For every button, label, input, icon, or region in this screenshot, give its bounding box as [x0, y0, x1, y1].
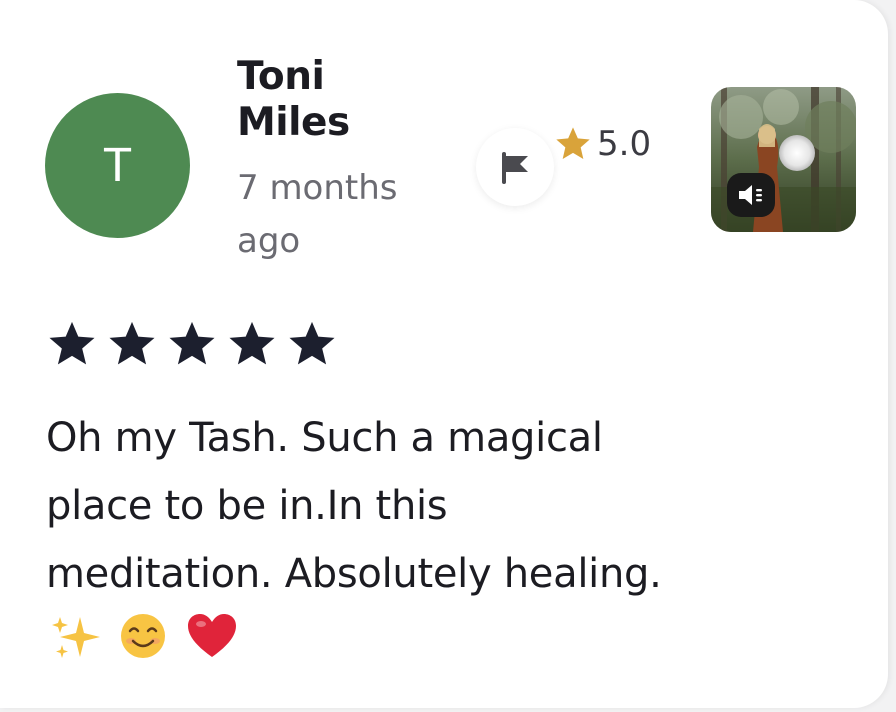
reviewer-name: Toni Miles — [237, 54, 350, 145]
red-heart-icon — [187, 614, 236, 657]
rating-badge: 5.0 — [553, 124, 651, 164]
audio-badge[interactable] — [727, 173, 775, 217]
star-icon — [49, 321, 95, 365]
media-thumbnail[interactable] — [711, 87, 856, 232]
report-flag-button[interactable] — [476, 128, 554, 206]
avatar: T — [45, 93, 190, 238]
review-card: T Toni Miles 7 months ago 5.0 Oh my Tash… — [0, 0, 888, 708]
star-rating — [44, 318, 340, 370]
reviewer-info: Toni Miles 7 months ago — [237, 54, 437, 268]
star-icon — [169, 321, 215, 365]
review-body: Oh my Tash. Such a magical place to be i… — [46, 415, 662, 597]
rating-value: 5.0 — [597, 124, 652, 164]
star-icon — [229, 321, 275, 365]
speaker-icon — [739, 185, 762, 205]
smiling-face-icon — [121, 614, 166, 658]
review-text: Oh my Tash. Such a magical place to be i… — [46, 404, 686, 676]
star-icon — [109, 321, 155, 365]
review-timestamp: 7 months ago — [237, 168, 398, 261]
star-icon — [556, 127, 590, 159]
sparkles-icon — [52, 617, 100, 658]
star-icon — [289, 321, 335, 365]
flag-icon — [502, 152, 528, 184]
avatar-initial: T — [102, 139, 133, 192]
